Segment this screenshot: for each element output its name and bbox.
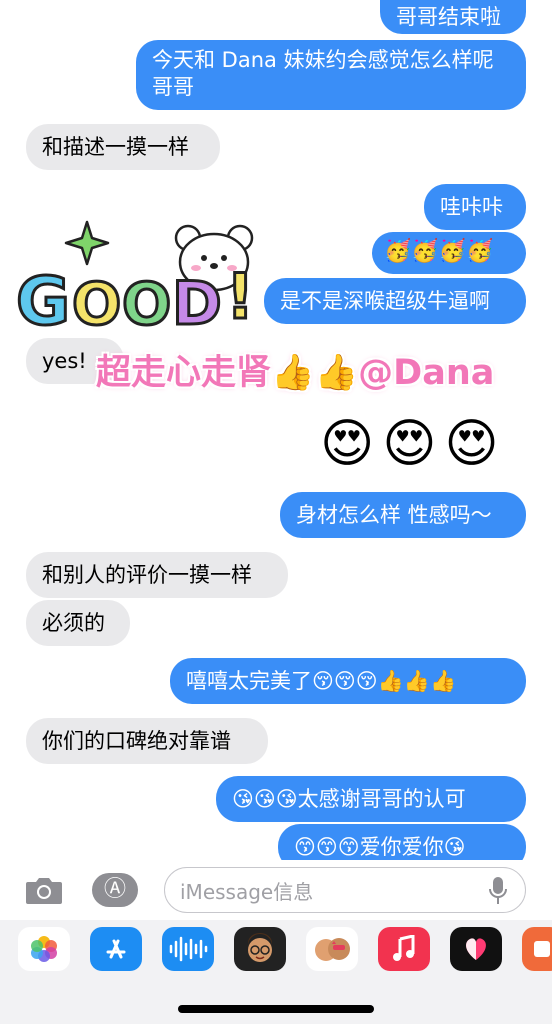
message-outgoing[interactable]: 哥哥结束啦 (380, 0, 526, 34)
good-letter-o1: O (72, 270, 121, 338)
photos-icon[interactable] (18, 927, 70, 971)
app-store-button[interactable]: Ⓐ (92, 873, 138, 907)
message-text: 😘😘😘太感谢哥哥的认可 (232, 787, 466, 811)
extra-app-icon[interactable] (522, 927, 552, 971)
good-letter-o2: O (122, 270, 171, 338)
message-text: 😙😙😙爱你爱你😘 (294, 835, 466, 859)
message-input-placeholder: iMessage信息 (180, 880, 314, 904)
memoji-icon[interactable] (234, 927, 286, 971)
message-text: 今天和 Dana 妹妹约会感觉怎么样呢 (152, 48, 494, 72)
message-text: 必须的 (42, 611, 105, 635)
music-icon[interactable] (378, 927, 430, 971)
message-text: yes! (42, 349, 87, 373)
message-incoming[interactable]: 和描述一摸一样 (26, 124, 220, 170)
camera-icon[interactable] (24, 874, 64, 906)
message-text: 嘻嘻太完美了😚😚😚👍👍👍 (186, 669, 457, 693)
message-text: 身材怎么样 性感吗～ (296, 503, 492, 527)
message-outgoing[interactable]: 😙😙😙爱你爱你😘 (278, 824, 526, 860)
home-indicator[interactable] (178, 1005, 374, 1013)
sticker-caption: 超走心走肾👍👍@Dana (96, 353, 495, 393)
message-thread: 哥哥结束啦 今天和 Dana 妹妹约会感觉怎么样呢 哥哥 和描述一摸一样 哇咔咔… (0, 0, 552, 860)
app-store-icon: Ⓐ (103, 877, 126, 902)
big-emoji-message[interactable]: 😍😍😍 (320, 414, 507, 474)
good-letter-d: D (172, 269, 222, 338)
message-incoming[interactable]: 必须的 (26, 600, 130, 646)
good-sticker[interactable]: G O O D ! (14, 216, 274, 339)
message-outgoing[interactable]: 哇咔咔 (424, 184, 526, 230)
message-outgoing[interactable]: 🥳🥳🥳🥳 (372, 232, 526, 274)
message-text: 和别人的评价一摸一样 (42, 563, 252, 587)
audio-icon[interactable] (162, 927, 214, 971)
message-text: 哥哥结束啦 (396, 5, 501, 29)
good-lettering: G O O D ! (15, 259, 256, 339)
message-text: 🥳🥳🥳🥳 (384, 239, 494, 264)
message-incoming[interactable]: 你们的口碑绝对靠谱 (26, 718, 268, 764)
message-text: 哥哥 (152, 75, 194, 99)
message-text: 和描述一摸一样 (42, 135, 189, 159)
message-outgoing[interactable]: 今天和 Dana 妹妹约会感觉怎么样呢 哥哥 (136, 40, 526, 110)
digital-touch-icon[interactable] (450, 927, 502, 971)
message-outgoing[interactable]: 嘻嘻太完美了😚😚😚👍👍👍 (170, 658, 526, 704)
memoji-stickers-icon[interactable] (306, 927, 358, 971)
microphone-icon[interactable] (488, 876, 508, 906)
message-outgoing[interactable]: 是不是深喉超级牛逼啊 (264, 278, 526, 324)
message-outgoing[interactable]: 身材怎么样 性感吗～ (280, 492, 526, 538)
message-text: 你们的口碑绝对靠谱 (42, 729, 231, 753)
message-incoming[interactable]: 和别人的评价一摸一样 (26, 552, 288, 598)
good-letter-g: G (16, 263, 70, 338)
message-text: 哇咔咔 (440, 195, 503, 219)
message-text: 是不是深喉超级牛逼啊 (280, 289, 490, 313)
message-outgoing[interactable]: 😘😘😘太感谢哥哥的认可 (216, 776, 526, 822)
app-store-tray-icon[interactable] (90, 927, 142, 971)
good-letter-exclaim: ! (226, 260, 254, 333)
